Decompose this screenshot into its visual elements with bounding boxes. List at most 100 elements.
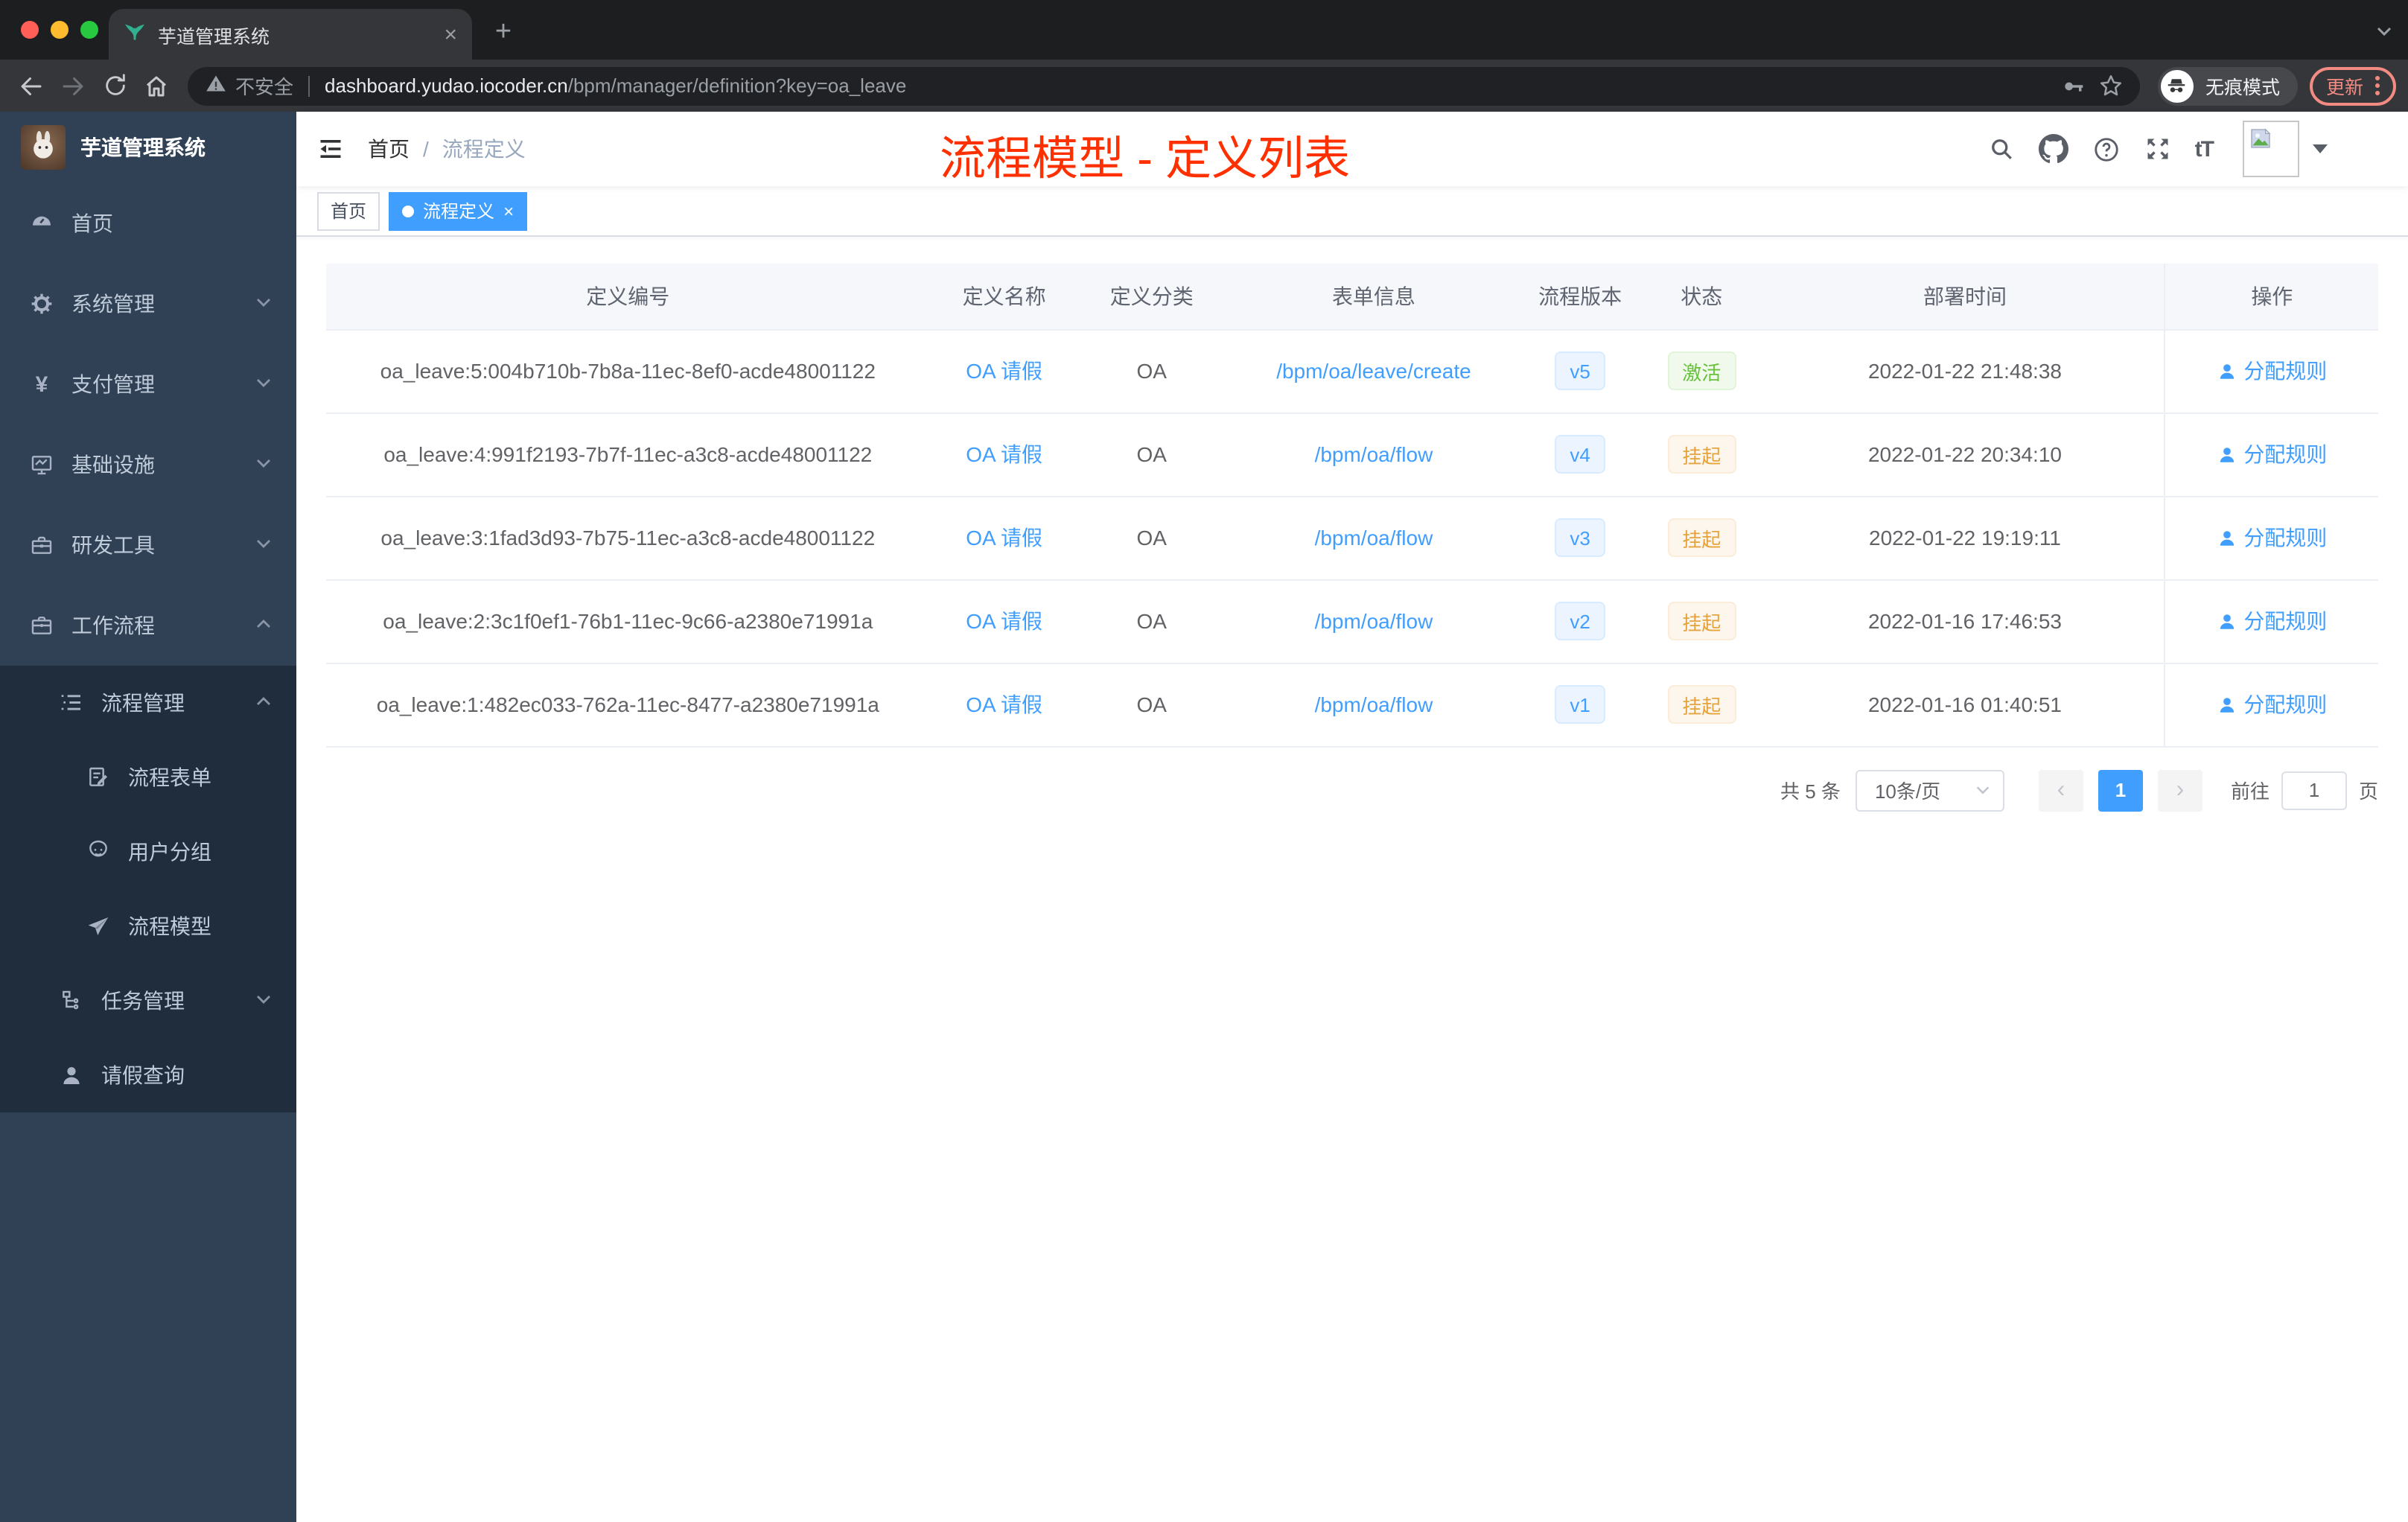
page-unit-label: 页	[2358, 780, 2378, 803]
breadcrumb-current: 流程定义	[442, 137, 526, 161]
sidebar-item-process-model[interactable]: 流程模型	[0, 889, 296, 964]
definition-name-link[interactable]: OA 请假	[966, 609, 1042, 633]
avatar-broken-image[interactable]	[2243, 121, 2299, 177]
sidebar-item-leave-query[interactable]: 请假查询	[0, 1038, 296, 1112]
font-size-icon[interactable]: tT	[2195, 136, 2214, 162]
pagination: 共 5 条 10条/页 ‹ 1 › 前往 页	[326, 769, 2378, 811]
security-label[interactable]: 不安全	[235, 71, 293, 100]
definition-id-cell: oa_leave:1:482ec033-762a-11ec-8477-a2380…	[326, 663, 930, 747]
assign-rule-button[interactable]: 分配规则	[2217, 523, 2327, 553]
chevron-down-icon	[255, 292, 273, 316]
form-edit-icon	[86, 765, 110, 789]
github-icon[interactable]	[2038, 134, 2068, 164]
sidebar-item-process-form[interactable]: 流程表单	[0, 740, 296, 815]
assign-rule-button[interactable]: 分配规则	[2217, 439, 2327, 469]
password-key-icon[interactable]	[2054, 66, 2092, 105]
sidebar: 芋道管理系统 首页 系统管理 ¥ 支付管理 基础设施 研发工具 工作流程 流程管…	[0, 112, 296, 1522]
window-close-button[interactable]	[21, 21, 39, 39]
sidebar-item-payment[interactable]: ¥ 支付管理	[0, 344, 296, 424]
user-icon	[2220, 447, 2234, 462]
security-warning-icon[interactable]	[206, 73, 226, 98]
goto-page-input[interactable]	[2281, 771, 2347, 809]
version-tag: v2	[1555, 602, 1605, 640]
sidebar-item-workflow[interactable]: 工作流程	[0, 585, 296, 666]
form-link[interactable]: /bpm/oa/flow	[1315, 692, 1433, 716]
sidebar-item-infra[interactable]: 基础设施	[0, 424, 296, 505]
address-bar[interactable]: 不安全 dashboard.yudao.iocoder.cn /bpm/mana…	[188, 66, 2140, 105]
assign-rule-button[interactable]: 分配规则	[2217, 356, 2327, 386]
window-minimize-button[interactable]	[51, 21, 69, 39]
status-tag: 挂起	[1667, 685, 1736, 724]
user-icon	[2220, 614, 2234, 628]
col-process-version: 流程版本	[1523, 264, 1638, 330]
app-root: 芋道管理系统 首页 系统管理 ¥ 支付管理 基础设施 研发工具 工作流程 流程管…	[0, 112, 2408, 1522]
col-definition-name: 定义名称	[929, 264, 1079, 330]
deploy-time-cell: 2022-01-22 20:34:10	[1765, 413, 2165, 497]
sidebar-toggle-icon[interactable]	[296, 112, 365, 186]
tab-list-chevron-icon[interactable]	[2375, 21, 2393, 48]
browser-menu-icon[interactable]	[2375, 76, 2380, 95]
sidebar-item-system[interactable]: 系统管理	[0, 264, 296, 344]
form-link[interactable]: /bpm/oa/flow	[1315, 526, 1433, 550]
deploy-time-cell: 2022-01-16 01:40:51	[1765, 663, 2165, 747]
next-page-button[interactable]: ›	[2157, 769, 2202, 811]
pagination-total: 共 5 条	[1780, 780, 1841, 803]
help-icon[interactable]	[2092, 135, 2121, 163]
definition-name-link[interactable]: OA 请假	[966, 692, 1042, 716]
url-path[interactable]: /bpm/manager/definition?key=oa_leave	[568, 74, 2054, 97]
tag-close-icon[interactable]: ×	[503, 202, 514, 220]
page-1-button[interactable]: 1	[2098, 769, 2143, 811]
forward-icon[interactable]	[54, 66, 92, 105]
sidebar-item-user-group[interactable]: 用户分组	[0, 815, 296, 889]
bookmark-star-icon[interactable]	[2092, 66, 2131, 105]
sidebar-item-process-management[interactable]: 流程管理	[0, 666, 296, 740]
chevron-up-icon	[255, 614, 273, 637]
definition-table: 定义编号 定义名称 定义分类 表单信息 流程版本 状态 部署时间 操作 oa_l	[326, 264, 2378, 747]
user-icon	[2220, 363, 2234, 378]
sidebar-item-devtools[interactable]: 研发工具	[0, 505, 296, 585]
definition-name-link[interactable]: OA 请假	[966, 359, 1042, 383]
browser-tab[interactable]: 芋道管理系统 ×	[109, 9, 472, 60]
definition-name-link[interactable]: OA 请假	[966, 442, 1042, 466]
definition-id-cell: oa_leave:5:004b710b-7b8a-11ec-8ef0-acde4…	[326, 329, 930, 413]
form-link[interactable]: /bpm/oa/leave/create	[1276, 359, 1471, 383]
tab-close-icon[interactable]: ×	[444, 23, 457, 45]
breadcrumb-home[interactable]: 首页	[368, 134, 410, 164]
search-icon[interactable]	[1988, 136, 2015, 162]
fullscreen-icon[interactable]	[2144, 136, 2171, 162]
page-size-select[interactable]: 10条/页	[1855, 769, 2004, 811]
form-link[interactable]: /bpm/oa/flow	[1315, 609, 1433, 633]
prev-page-button[interactable]: ‹	[2038, 769, 2083, 811]
sidebar-item-home[interactable]: 首页	[0, 183, 296, 264]
category-cell: OA	[1078, 413, 1225, 497]
back-icon[interactable]	[12, 66, 51, 105]
new-tab-button[interactable]: +	[487, 16, 520, 49]
reload-icon[interactable]	[95, 66, 134, 105]
yuan-icon: ¥	[35, 372, 48, 397]
browser-window: 芋道管理系统 × + 不安全 dashboard.yudao.iocoder.c…	[0, 0, 2408, 1522]
col-definition-category: 定义分类	[1078, 264, 1225, 330]
assign-rule-button[interactable]: 分配规则	[2217, 690, 2327, 719]
tag-process-definition[interactable]: 流程定义 ×	[389, 191, 528, 230]
version-tag: v5	[1555, 351, 1605, 390]
window-zoom-button[interactable]	[80, 21, 98, 39]
browser-update-button[interactable]: 更新	[2309, 66, 2396, 105]
incognito-badge[interactable]: 无痕模式	[2157, 66, 2298, 105]
form-link[interactable]: /bpm/oa/flow	[1315, 442, 1433, 466]
url-host[interactable]: dashboard.yudao.iocoder.cn	[325, 74, 568, 97]
navbar: 首页 / 流程定义 流程模型 - 定义列表 tT	[296, 112, 2408, 186]
select-caret-icon	[1976, 786, 1990, 795]
tag-home[interactable]: 首页	[317, 191, 380, 230]
definition-name-link[interactable]: OA 请假	[966, 526, 1042, 550]
tree-list-icon	[60, 691, 83, 715]
sidebar-logo-row[interactable]: 芋道管理系统	[0, 112, 296, 183]
user-menu[interactable]	[2243, 121, 2328, 177]
definition-id-cell: oa_leave:4:991f2193-7b7f-11ec-a3c8-acde4…	[326, 413, 930, 497]
browser-toolbar: 不安全 dashboard.yudao.iocoder.cn /bpm/mana…	[0, 60, 2408, 112]
version-tag: v1	[1555, 685, 1605, 724]
assign-rule-button[interactable]: 分配规则	[2217, 606, 2327, 636]
home-icon[interactable]	[137, 66, 176, 105]
sidebar-item-task-management[interactable]: 任务管理	[0, 964, 296, 1038]
org-flow-icon	[60, 989, 83, 1013]
user-icon	[2220, 697, 2234, 712]
